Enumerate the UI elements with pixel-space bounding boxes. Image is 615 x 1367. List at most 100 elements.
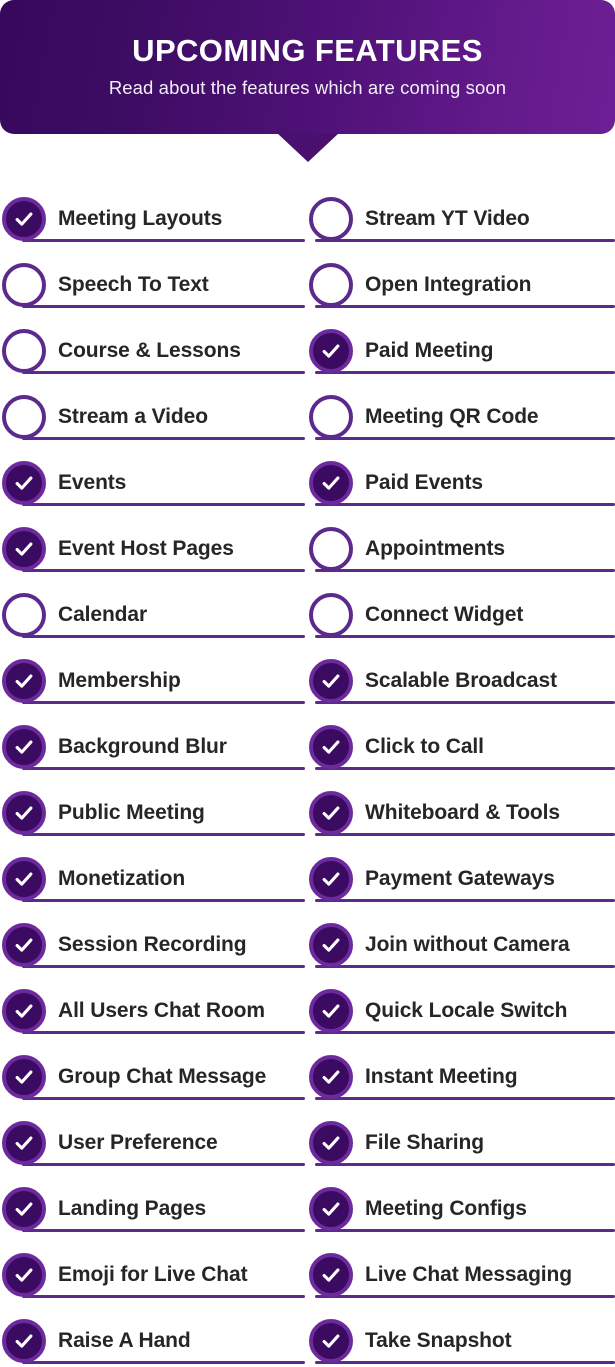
banner-pointer-triangle bbox=[276, 133, 339, 162]
empty-circle-icon[interactable] bbox=[2, 593, 46, 637]
feature-row[interactable]: File Sharing bbox=[307, 1110, 615, 1176]
feature-row[interactable]: Emoji for Live Chat bbox=[0, 1242, 307, 1308]
check-icon[interactable] bbox=[2, 1187, 46, 1231]
feature-label: Take Snapshot bbox=[365, 1329, 514, 1353]
feature-row[interactable]: Public Meeting bbox=[0, 780, 307, 846]
feature-label: Monetization bbox=[58, 867, 188, 891]
feature-label: Emoji for Live Chat bbox=[58, 1263, 250, 1287]
check-icon[interactable] bbox=[309, 791, 353, 835]
check-icon[interactable] bbox=[2, 461, 46, 505]
feature-row[interactable]: Whiteboard & Tools bbox=[307, 780, 615, 846]
feature-row[interactable]: Meeting Configs bbox=[307, 1176, 615, 1242]
feature-row[interactable]: Live Chat Messaging bbox=[307, 1242, 615, 1308]
empty-circle-icon[interactable] bbox=[2, 263, 46, 307]
feature-label: User Preference bbox=[58, 1131, 220, 1155]
feature-row[interactable]: Event Host Pages bbox=[0, 516, 307, 582]
feature-label: Landing Pages bbox=[58, 1197, 209, 1221]
empty-circle-icon[interactable] bbox=[309, 395, 353, 439]
check-icon[interactable] bbox=[309, 989, 353, 1033]
feature-row[interactable]: Meeting Layouts bbox=[0, 186, 307, 252]
feature-row[interactable]: Connect Widget bbox=[307, 582, 615, 648]
feature-label: Group Chat Message bbox=[58, 1065, 269, 1089]
feature-row[interactable]: Open Integration bbox=[307, 252, 615, 318]
feature-row[interactable]: Raise A Hand bbox=[0, 1308, 307, 1367]
check-icon[interactable] bbox=[309, 725, 353, 769]
check-icon[interactable] bbox=[2, 857, 46, 901]
check-icon[interactable] bbox=[309, 659, 353, 703]
feature-row[interactable]: Landing Pages bbox=[0, 1176, 307, 1242]
feature-label: Appointments bbox=[365, 537, 507, 561]
check-icon[interactable] bbox=[2, 659, 46, 703]
feature-row[interactable]: User Preference bbox=[0, 1110, 307, 1176]
feature-label: Stream a Video bbox=[58, 405, 210, 429]
feature-row[interactable]: Membership bbox=[0, 648, 307, 714]
feature-label: Click to Call bbox=[365, 735, 486, 759]
feature-label: Meeting QR Code bbox=[365, 405, 541, 429]
header-banner: UPCOMING FEATURES Read about the feature… bbox=[0, 0, 615, 163]
feature-label: Instant Meeting bbox=[365, 1065, 520, 1089]
check-icon[interactable] bbox=[2, 197, 46, 241]
empty-circle-icon[interactable] bbox=[2, 395, 46, 439]
feature-row[interactable]: Paid Events bbox=[307, 450, 615, 516]
check-icon[interactable] bbox=[309, 1055, 353, 1099]
check-icon[interactable] bbox=[2, 1055, 46, 1099]
feature-label: Course & Lessons bbox=[58, 339, 243, 363]
check-icon[interactable] bbox=[309, 923, 353, 967]
feature-label: Background Blur bbox=[58, 735, 229, 759]
feature-label: Paid Meeting bbox=[365, 339, 496, 363]
feature-label: Open Integration bbox=[365, 273, 534, 297]
feature-row[interactable]: All Users Chat Room bbox=[0, 978, 307, 1044]
feature-row[interactable]: Paid Meeting bbox=[307, 318, 615, 384]
feature-row[interactable]: Events bbox=[0, 450, 307, 516]
check-icon[interactable] bbox=[2, 1121, 46, 1165]
feature-label: Event Host Pages bbox=[58, 537, 236, 561]
check-icon[interactable] bbox=[2, 791, 46, 835]
feature-label: Join without Camera bbox=[365, 933, 572, 957]
check-icon[interactable] bbox=[309, 857, 353, 901]
feature-label: All Users Chat Room bbox=[58, 999, 267, 1023]
empty-circle-icon[interactable] bbox=[309, 263, 353, 307]
feature-row[interactable]: Join without Camera bbox=[307, 912, 615, 978]
check-icon[interactable] bbox=[309, 1319, 353, 1363]
check-icon[interactable] bbox=[2, 923, 46, 967]
feature-label: Quick Locale Switch bbox=[365, 999, 570, 1023]
feature-row[interactable]: Stream YT Video bbox=[307, 186, 615, 252]
check-icon[interactable] bbox=[2, 1253, 46, 1297]
feature-label: Live Chat Messaging bbox=[365, 1263, 574, 1287]
feature-row[interactable]: Session Recording bbox=[0, 912, 307, 978]
feature-row[interactable]: Appointments bbox=[307, 516, 615, 582]
feature-row[interactable]: Group Chat Message bbox=[0, 1044, 307, 1110]
check-icon[interactable] bbox=[2, 527, 46, 571]
empty-circle-icon[interactable] bbox=[309, 527, 353, 571]
feature-row[interactable]: Monetization bbox=[0, 846, 307, 912]
feature-row[interactable]: Course & Lessons bbox=[0, 318, 307, 384]
feature-label: Meeting Configs bbox=[365, 1197, 529, 1221]
feature-label: Events bbox=[58, 471, 129, 495]
feature-row[interactable]: Instant Meeting bbox=[307, 1044, 615, 1110]
feature-row[interactable]: Calendar bbox=[0, 582, 307, 648]
feature-label: Calendar bbox=[58, 603, 150, 627]
page-title: UPCOMING FEATURES bbox=[132, 33, 483, 69]
feature-row[interactable]: Background Blur bbox=[0, 714, 307, 780]
check-icon[interactable] bbox=[2, 989, 46, 1033]
check-icon[interactable] bbox=[309, 461, 353, 505]
feature-row[interactable]: Speech To Text bbox=[0, 252, 307, 318]
check-icon[interactable] bbox=[309, 1253, 353, 1297]
check-icon[interactable] bbox=[2, 725, 46, 769]
check-icon[interactable] bbox=[2, 1319, 46, 1363]
feature-label: File Sharing bbox=[365, 1131, 486, 1155]
feature-row[interactable]: Meeting QR Code bbox=[307, 384, 615, 450]
empty-circle-icon[interactable] bbox=[309, 593, 353, 637]
check-icon[interactable] bbox=[309, 1121, 353, 1165]
feature-row[interactable]: Click to Call bbox=[307, 714, 615, 780]
feature-row[interactable]: Stream a Video bbox=[0, 384, 307, 450]
feature-row[interactable]: Take Snapshot bbox=[307, 1308, 615, 1367]
check-icon[interactable] bbox=[309, 329, 353, 373]
check-icon[interactable] bbox=[309, 1187, 353, 1231]
feature-row[interactable]: Payment Gateways bbox=[307, 846, 615, 912]
feature-row[interactable]: Quick Locale Switch bbox=[307, 978, 615, 1044]
feature-row[interactable]: Scalable Broadcast bbox=[307, 648, 615, 714]
empty-circle-icon[interactable] bbox=[309, 197, 353, 241]
feature-label: Paid Events bbox=[365, 471, 485, 495]
empty-circle-icon[interactable] bbox=[2, 329, 46, 373]
